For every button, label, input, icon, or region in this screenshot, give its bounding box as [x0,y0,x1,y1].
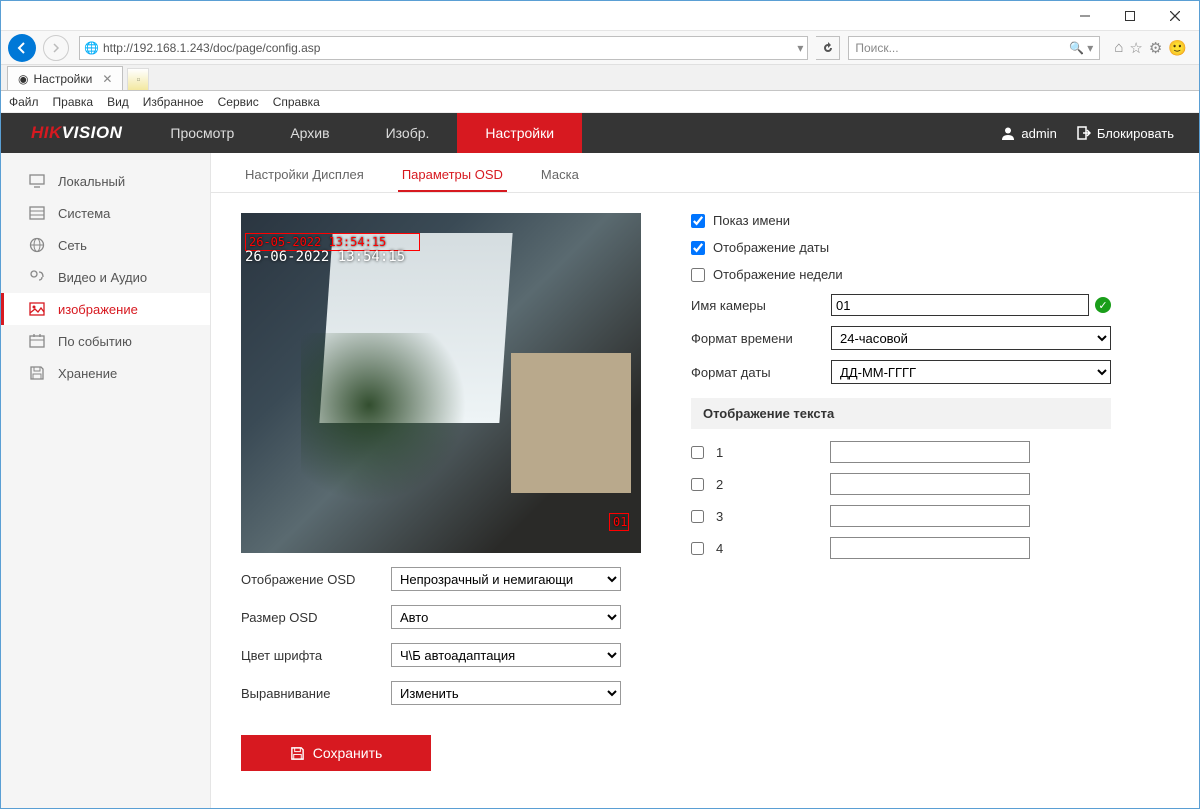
text2-checkbox[interactable] [691,478,704,491]
align-label: Выравнивание [241,686,391,701]
lock-button[interactable]: Блокировать [1077,126,1174,141]
save-icon [28,365,46,381]
window-titlebar [1,1,1199,31]
tab-favicon: ◉ [18,72,28,86]
browser-menubar: Файл Правка Вид Избранное Сервис Справка [1,91,1199,113]
app-header: HIKVISION Просмотр Архив Изобр. Настройк… [1,113,1199,153]
monitor-icon [28,173,46,189]
menu-file[interactable]: Файл [9,95,39,109]
date-format-select[interactable]: ДД-ММ-ГГГГ [831,360,1111,384]
sub-tab-display[interactable]: Настройки Дисплея [241,167,368,192]
home-icon[interactable]: ⌂ [1114,39,1123,56]
text4-input[interactable] [830,537,1030,559]
show-week-label: Отображение недели [713,267,843,282]
menu-service[interactable]: Сервис [218,95,259,109]
osd-display-label: Отображение OSD [241,572,391,587]
search-placeholder: Поиск... [855,41,898,55]
favorites-icon[interactable]: ☆ [1129,39,1142,57]
align-select[interactable]: Изменить [391,681,621,705]
show-name-label: Показ имени [713,213,790,228]
osd-size-label: Размер OSD [241,610,391,625]
text4-checkbox[interactable] [691,542,704,555]
dropdown-icon[interactable]: ▾ [797,41,803,55]
check-icon: ✓ [1095,297,1111,313]
sidebar-item-system[interactable]: Система [1,197,210,229]
menu-help[interactable]: Справка [273,95,320,109]
text2-input[interactable] [830,473,1030,495]
sub-tab-osd[interactable]: Параметры OSD [398,167,507,192]
footer-copyright: ©Hikvision Digital Technology Co., Ltd. … [211,791,1199,808]
date-format-label: Формат даты [691,365,831,380]
browser-tab[interactable]: ◉ Настройки ✕ [7,66,123,90]
sidebar-item-network[interactable]: Сеть [1,229,210,261]
globe-icon: 🌐 [84,41,99,55]
video-preview[interactable]: 26-05-2022 13:54:15 26-06-2022 13:54:15 … [241,213,641,553]
text-overlay-header: Отображение текста [691,398,1111,429]
sidebar-item-image[interactable]: изображение [1,293,210,325]
osd-overlay-date-white: 26-06-2022 13:54:15 [245,249,405,265]
text1-checkbox[interactable] [691,446,704,459]
menu-favorites[interactable]: Избранное [143,95,204,109]
save-icon [290,746,305,761]
mic-icon [28,269,46,285]
show-name-checkbox[interactable] [691,214,705,228]
text3-checkbox[interactable] [691,510,704,523]
tab-title: Настройки [33,72,92,86]
browser-navbar: 🌐 http://192.168.1.243/doc/page/config.a… [1,31,1199,65]
search-bar[interactable]: Поиск... 🔍 ▾ [848,36,1100,60]
sidebar-item-local[interactable]: Локальный [1,165,210,197]
tab-close-icon[interactable]: ✕ [102,72,112,86]
image-icon [28,301,46,317]
globe-icon [28,237,46,253]
osd-overlay-camera[interactable]: 01 [609,513,629,531]
sub-tabs: Настройки Дисплея Параметры OSD Маска [211,153,1199,193]
minimize-button[interactable] [1062,2,1107,30]
search-icon[interactable]: 🔍 ▾ [1069,41,1093,55]
save-button[interactable]: Сохранить [241,735,431,771]
user-icon [1001,126,1015,140]
sub-tab-mask[interactable]: Маска [537,167,583,192]
browser-tabs: ◉ Настройки ✕ ▫ [1,65,1199,91]
address-bar[interactable]: 🌐 http://192.168.1.243/doc/page/config.a… [79,36,808,60]
osd-display-select[interactable]: Непрозрачный и немигающи [391,567,621,591]
refresh-button[interactable] [816,36,840,60]
url-text: http://192.168.1.243/doc/page/config.asp [103,41,321,55]
user-menu[interactable]: admin [1001,126,1056,141]
sidebar-item-event[interactable]: По событию [1,325,210,357]
text3-input[interactable] [830,505,1030,527]
menu-edit[interactable]: Правка [53,95,94,109]
osd-size-select[interactable]: Авто [391,605,621,629]
sidebar-item-storage[interactable]: Хранение [1,357,210,389]
menu-view[interactable]: Вид [107,95,129,109]
show-date-label: Отображение даты [713,240,829,255]
sidebar: Локальный Система Сеть Видео и Аудио изо… [1,153,211,808]
list-icon [28,205,46,221]
camera-name-input[interactable] [831,294,1089,316]
time-format-select[interactable]: 24-часовой [831,326,1111,350]
logout-icon [1077,126,1091,140]
maximize-button[interactable] [1107,2,1152,30]
close-button[interactable] [1152,2,1197,30]
settings-icon[interactable]: ⚙ [1149,39,1162,57]
main-tab-preview[interactable]: Просмотр [142,113,262,153]
smiley-icon[interactable]: 🙂 [1168,39,1187,57]
new-tab-button[interactable]: ▫ [127,68,149,90]
back-button[interactable] [7,33,37,63]
main-tab-settings[interactable]: Настройки [457,113,582,153]
font-color-label: Цвет шрифта [241,648,391,663]
forward-button[interactable] [41,33,71,63]
font-color-select[interactable]: Ч\Б автоадаптация [391,643,621,667]
logo: HIKVISION [1,123,142,143]
main-tab-image[interactable]: Изобр. [358,113,458,153]
show-date-checkbox[interactable] [691,241,705,255]
camera-name-label: Имя камеры [691,298,831,313]
text1-input[interactable] [830,441,1030,463]
sidebar-item-video-audio[interactable]: Видео и Аудио [1,261,210,293]
main-tab-archive[interactable]: Архив [262,113,357,153]
time-format-label: Формат времени [691,331,831,346]
calendar-icon [28,333,46,349]
show-week-checkbox[interactable] [691,268,705,282]
